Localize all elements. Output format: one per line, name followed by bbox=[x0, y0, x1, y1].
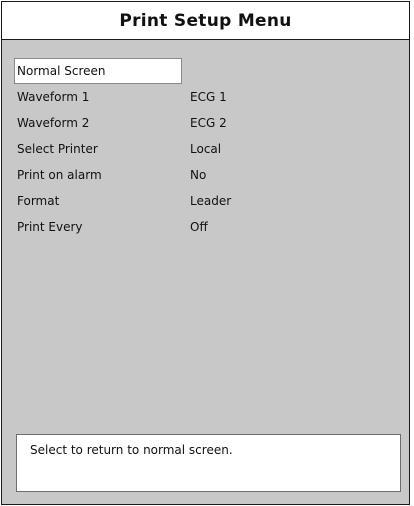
menu-item-waveform-1[interactable]: Waveform 1 ECG 1 bbox=[14, 84, 399, 110]
menu-item-value: Leader bbox=[190, 194, 232, 208]
title-bar: Print Setup Menu bbox=[2, 2, 409, 40]
menu-item-value: No bbox=[190, 168, 207, 182]
menu-item-normal-screen[interactable]: Normal Screen bbox=[14, 58, 399, 84]
help-text-box: Select to return to normal screen. bbox=[16, 434, 401, 492]
menu-item-value: Off bbox=[190, 220, 208, 234]
menu-item-value: ECG 1 bbox=[190, 90, 227, 104]
menu-item-print-every[interactable]: Print Every Off bbox=[14, 214, 399, 240]
menu-list: Normal Screen Waveform 1 ECG 1 Waveform … bbox=[14, 58, 399, 240]
menu-item-format[interactable]: Format Leader bbox=[14, 188, 399, 214]
menu-item-waveform-2[interactable]: Waveform 2 ECG 2 bbox=[14, 110, 399, 136]
print-setup-menu-window: Print Setup Menu Normal Screen Waveform … bbox=[1, 1, 410, 505]
menu-item-label: Select Printer bbox=[17, 142, 98, 156]
menu-item-print-on-alarm[interactable]: Print on alarm No bbox=[14, 162, 399, 188]
menu-item-label: Normal Screen bbox=[14, 58, 182, 84]
help-text: Select to return to normal screen. bbox=[30, 443, 233, 457]
menu-item-label: Print Every bbox=[17, 220, 83, 234]
page-title: Print Setup Menu bbox=[119, 10, 292, 31]
menu-item-label: Format bbox=[17, 194, 60, 208]
menu-item-label: Waveform 1 bbox=[17, 90, 90, 104]
menu-item-label: Print on alarm bbox=[17, 168, 102, 182]
screen-frame: Print Setup Menu Normal Screen Waveform … bbox=[0, 0, 414, 506]
menu-item-label: Waveform 2 bbox=[17, 116, 90, 130]
menu-item-select-printer[interactable]: Select Printer Local bbox=[14, 136, 399, 162]
menu-item-value: ECG 2 bbox=[190, 116, 227, 130]
menu-item-value: Local bbox=[190, 142, 222, 156]
